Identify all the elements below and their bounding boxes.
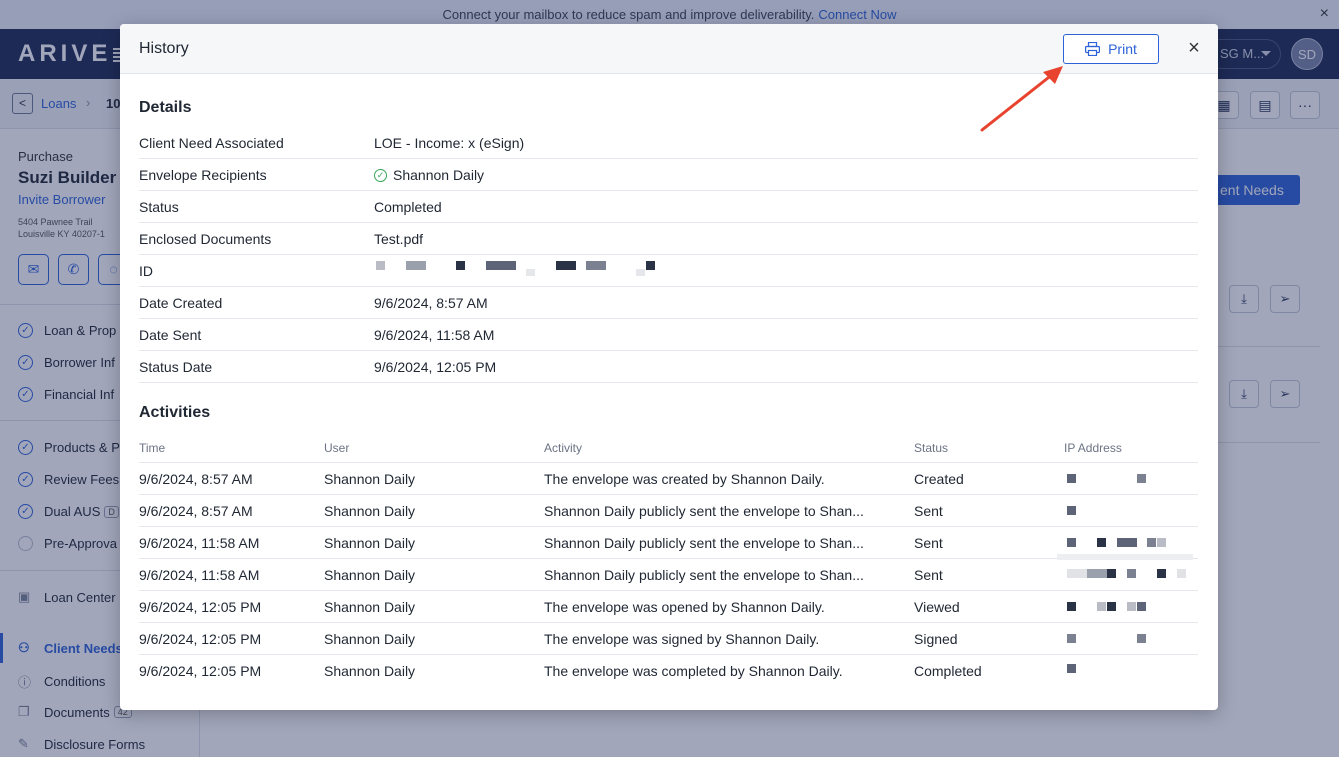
activity-user: Shannon Daily [324,567,416,583]
print-label: Print [1108,41,1137,57]
details-heading: Details [139,99,192,116]
table-row: 9/6/2024, 12:05 PM Shannon Daily The env… [139,591,1198,623]
activity-description: The envelope was completed by Shannon Da… [544,663,843,679]
activity-user: Shannon Daily [324,503,416,519]
activity-time: 9/6/2024, 12:05 PM [139,631,262,647]
column-header-ip-address: IP Address [1064,441,1122,455]
activity-time: 9/6/2024, 8:57 AM [139,503,253,519]
detail-label: Enclosed Documents [139,231,272,247]
column-header-time: Time [139,441,166,455]
detail-value: 9/6/2024, 12:05 PM [374,359,497,375]
table-row: 9/6/2024, 12:05 PM Shannon Daily The env… [139,655,1198,687]
detail-row-status-date: Status Date 9/6/2024, 12:05 PM [139,351,1198,383]
redacted-ip [1067,664,1197,676]
activity-time: 9/6/2024, 8:57 AM [139,471,253,487]
detail-label: Date Created [139,295,223,311]
close-icon[interactable]: × [1184,38,1204,58]
activity-status: Viewed [914,599,960,615]
activity-status: Completed [914,663,982,679]
column-header-status: Status [914,441,949,455]
redacted-ip [1067,506,1197,518]
table-row: 9/6/2024, 11:58 AM Shannon Daily Shannon… [139,559,1198,591]
activity-description: The envelope was opened by Shannon Daily… [544,599,825,615]
detail-value: 9/6/2024, 11:58 AM [374,327,495,343]
activity-description: The envelope was created by Shannon Dail… [544,471,825,487]
detail-label: Date Sent [139,327,202,343]
activity-time: 9/6/2024, 11:58 AM [139,535,260,551]
detail-label: Client Need Associated [139,135,284,151]
activity-description: Shannon Daily publicly sent the envelope… [544,567,864,583]
detail-value: Completed [374,199,442,215]
printer-icon [1085,42,1101,56]
table-row: 9/6/2024, 12:05 PM Shannon Daily The env… [139,623,1198,655]
table-row: 9/6/2024, 8:57 AM Shannon Daily The enve… [139,463,1198,495]
detail-row-recipients: Envelope Recipients ✓ Shannon Daily [139,159,1198,191]
activity-time: 9/6/2024, 12:05 PM [139,599,262,615]
activity-user: Shannon Daily [324,471,416,487]
detail-row-status: Status Completed [139,191,1198,223]
activity-time: 9/6/2024, 12:05 PM [139,663,262,679]
redacted-ip [1067,602,1197,614]
detail-label: Envelope Recipients [139,167,267,183]
detail-value: ✓ Shannon Daily [374,167,484,183]
column-header-activity: Activity [544,441,583,455]
activity-user: Shannon Daily [324,535,416,551]
detail-row-date-created: Date Created 9/6/2024, 8:57 AM [139,287,1198,319]
redacted-ip [1067,634,1197,646]
detail-value: 9/6/2024, 8:57 AM [374,295,488,311]
print-button[interactable]: Print [1063,34,1159,64]
activity-description: The envelope was signed by Shannon Daily… [544,631,820,647]
activity-status: Signed [914,631,958,647]
activity-user: Shannon Daily [324,663,416,679]
redacted-id [376,261,676,277]
detail-row-id: ID [139,255,1198,287]
detail-value: Test.pdf [374,231,424,247]
detail-row-date-sent: Date Sent 9/6/2024, 11:58 AM [139,319,1198,351]
activities-table-header: Time User Activity Status IP Address [139,433,1198,463]
annotation-arrow-icon [980,66,1063,132]
activity-user: Shannon Daily [324,631,416,647]
check-circle-icon: ✓ [374,168,387,182]
activity-status: Sent [914,567,943,583]
activity-description: Shannon Daily publicly sent the envelope… [544,503,864,519]
detail-value: LOE - Income: x (eSign) [374,135,525,151]
activity-time: 9/6/2024, 11:58 AM [139,567,260,583]
recipient-name: Shannon Daily [393,167,485,183]
table-row: 9/6/2024, 8:57 AM Shannon Daily Shannon … [139,495,1198,527]
redacted-ip [1067,567,1197,581]
modal-title: History [139,40,189,57]
detail-label: Status [139,199,179,215]
table-row: 9/6/2024, 11:58 AM Shannon Daily Shannon… [139,527,1198,560]
detail-label: ID [139,263,153,279]
detail-row-documents: Enclosed Documents Test.pdf [139,223,1198,255]
activity-status: Created [914,471,964,487]
activities-heading: Activities [139,404,211,421]
activity-status: Sent [914,503,943,519]
activity-status: Sent [914,535,943,551]
redacted-ip [1067,474,1197,486]
activity-description: Shannon Daily publicly sent the envelope… [544,535,864,551]
redacted-ip [1057,538,1197,560]
detail-label: Status Date [139,359,213,375]
activity-user: Shannon Daily [324,599,416,615]
column-header-user: User [324,441,350,455]
